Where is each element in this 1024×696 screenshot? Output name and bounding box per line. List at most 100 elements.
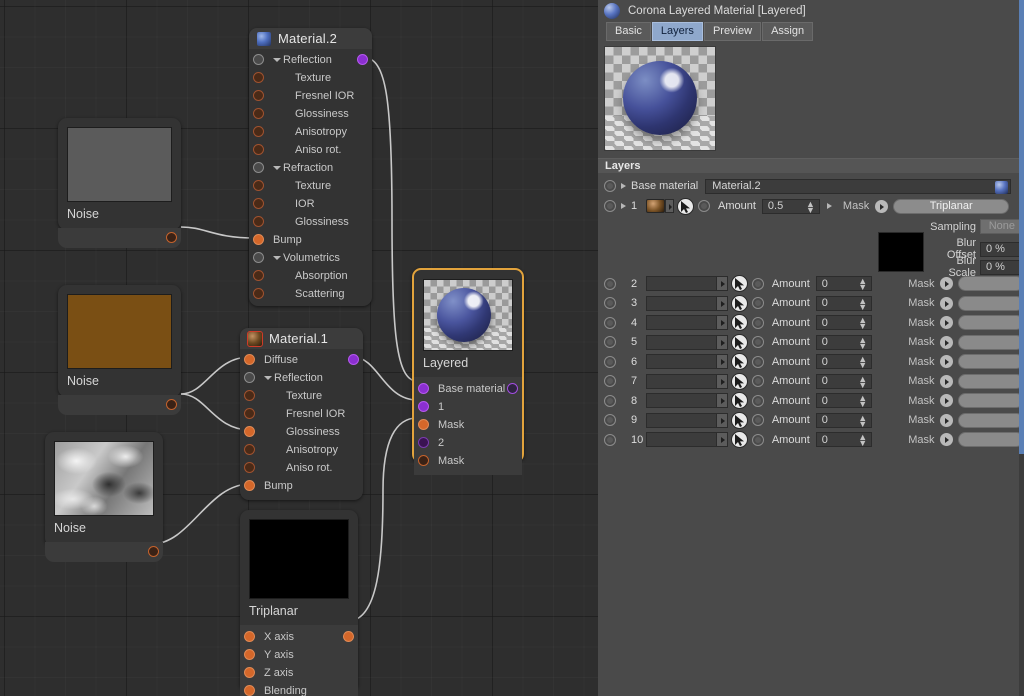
- port-socket[interactable]: [253, 180, 264, 191]
- layer-mask-menu-button[interactable]: [939, 373, 955, 389]
- layer-picker-button[interactable]: [730, 392, 748, 410]
- tab-assign[interactable]: Assign: [762, 22, 814, 41]
- port-socket[interactable]: [253, 162, 264, 173]
- expand-arrow-icon[interactable]: [621, 183, 626, 189]
- port-socket[interactable]: [418, 401, 429, 412]
- port-socket[interactable]: [253, 54, 264, 65]
- port-anisotropy[interactable]: Anisotropy: [240, 441, 363, 459]
- layer-amount-input[interactable]: 0 ▲ ▼: [815, 393, 873, 409]
- port-socket[interactable]: [244, 667, 255, 678]
- port-socket[interactable]: [253, 234, 264, 245]
- layer-material-slot[interactable]: [646, 412, 728, 428]
- port-socket[interactable]: [244, 372, 255, 383]
- layer-amount-input[interactable]: 0 ▲ ▼: [815, 354, 873, 370]
- port-z-axis[interactable]: Z axis: [240, 664, 358, 682]
- port-socket[interactable]: [244, 480, 255, 491]
- layer-picker-button[interactable]: [730, 333, 748, 351]
- layer-mask-slot[interactable]: [958, 276, 1024, 292]
- layer-mask-menu-button[interactable]: [939, 276, 955, 292]
- layer-4-row[interactable]: 4 Amount 0 ▲ ▼ Mask: [598, 313, 1024, 333]
- port-fresnel-ior[interactable]: Fresnel IOR: [240, 405, 363, 423]
- layer-1-enable-toggle[interactable]: [604, 200, 616, 212]
- layer-mode-toggle[interactable]: [751, 375, 764, 388]
- layer-picker-button[interactable]: [730, 431, 748, 449]
- port-scattering[interactable]: Scattering: [249, 285, 372, 303]
- layer-1-mask-menu-button[interactable]: [874, 198, 890, 214]
- spinner-arrows-icon[interactable]: ▲ ▼: [858, 433, 867, 448]
- panel-scrollbar[interactable]: [1019, 0, 1024, 696]
- port-socket[interactable]: [253, 198, 264, 209]
- layer-mask-menu-button[interactable]: [939, 295, 955, 311]
- layer-mode-toggle[interactable]: [751, 355, 764, 368]
- layer-1-material-dropdown-icon[interactable]: [665, 199, 674, 213]
- layer-mode-toggle[interactable]: [751, 316, 764, 329]
- spinner-arrows-icon[interactable]: ▲ ▼: [858, 355, 867, 370]
- layer-mask-menu-button[interactable]: [939, 393, 955, 409]
- layer-material-dropdown-icon[interactable]: [715, 394, 727, 408]
- layer-enable-toggle[interactable]: [604, 414, 616, 427]
- port-socket[interactable]: [253, 72, 264, 83]
- layer-enable-toggle[interactable]: [604, 394, 616, 407]
- layer-mask-slot[interactable]: [958, 315, 1024, 331]
- port-mask-2[interactable]: Mask: [414, 452, 522, 470]
- layer-mask-menu-button[interactable]: [939, 334, 955, 350]
- base-material-slot[interactable]: Material.2: [705, 178, 1012, 194]
- layer-3-row[interactable]: 3 Amount 0 ▲ ▼ Mask: [598, 294, 1024, 314]
- spinner-arrows-icon[interactable]: ▲ ▼: [858, 335, 867, 350]
- port-ior[interactable]: IOR: [249, 195, 372, 213]
- layer-1-row[interactable]: 1 Amount 0.5 ▲ ▼ Mask Triplanar: [598, 196, 1024, 216]
- layer-material-slot[interactable]: [646, 354, 728, 370]
- layer-material-slot[interactable]: [646, 276, 728, 292]
- layer-material-slot[interactable]: [646, 432, 728, 448]
- layer-material-slot[interactable]: [646, 393, 728, 409]
- layer-amount-input[interactable]: 0 ▲ ▼: [815, 432, 873, 448]
- layer-material-slot[interactable]: [646, 315, 728, 331]
- layer-8-row[interactable]: 8 Amount 0 ▲ ▼ Mask: [598, 391, 1024, 411]
- tab-layers[interactable]: Layers: [651, 22, 703, 41]
- layer-enable-toggle[interactable]: [604, 297, 616, 310]
- port-x-axis[interactable]: X axis: [240, 628, 358, 646]
- layer-amount-input[interactable]: 0 ▲ ▼: [815, 334, 873, 350]
- layer-mask-menu-button[interactable]: [939, 354, 955, 370]
- output-socket[interactable]: [507, 383, 518, 394]
- layer-material-dropdown-icon[interactable]: [715, 296, 727, 310]
- port-fresnel-ior[interactable]: Fresnel IOR: [249, 87, 372, 105]
- port-layer-2[interactable]: 2: [414, 434, 522, 452]
- layer-material-dropdown-icon[interactable]: [715, 277, 727, 291]
- layer-2-row[interactable]: 2 Amount 0 ▲ ▼ Mask: [598, 274, 1024, 294]
- layer-material-dropdown-icon[interactable]: [715, 433, 727, 447]
- port-socket[interactable]: [253, 252, 264, 263]
- port-reflection[interactable]: Reflection: [240, 369, 363, 387]
- layer-mask-menu-button[interactable]: [939, 412, 955, 428]
- port-socket[interactable]: [244, 354, 255, 365]
- spinner-arrows-icon[interactable]: ▲ ▼: [858, 374, 867, 389]
- layer-mode-toggle[interactable]: [751, 433, 764, 446]
- layer-10-row[interactable]: 10 Amount 0 ▲ ▼ Mask: [598, 430, 1024, 450]
- layer-mode-toggle[interactable]: [751, 277, 764, 290]
- layer-mode-toggle[interactable]: [751, 394, 764, 407]
- node-material-1[interactable]: Material.1 Diffuse Reflection Texture Fr…: [240, 328, 363, 500]
- layer-enable-toggle[interactable]: [604, 316, 616, 329]
- layer-mask-menu-button[interactable]: [939, 432, 955, 448]
- node-noise-grey[interactable]: Noise: [58, 118, 181, 248]
- port-socket[interactable]: [244, 685, 255, 696]
- port-aniso-rot[interactable]: Aniso rot.: [240, 459, 363, 477]
- layer-material-slot[interactable]: [646, 373, 728, 389]
- output-socket[interactable]: [166, 232, 177, 243]
- layer-mode-toggle[interactable]: [751, 297, 764, 310]
- node-noise-brown[interactable]: Noise: [58, 285, 181, 415]
- output-socket[interactable]: [357, 54, 368, 65]
- port-socket[interactable]: [244, 390, 255, 401]
- layer-enable-toggle[interactable]: [604, 277, 616, 290]
- port-reflection[interactable]: Reflection: [249, 51, 372, 69]
- port-aniso-rot[interactable]: Aniso rot.: [249, 141, 372, 159]
- mask-sampling-row[interactable]: Sampling None: [928, 219, 1020, 234]
- port-refraction-texture[interactable]: Texture: [249, 177, 372, 195]
- spinner-arrows-icon[interactable]: ▲ ▼: [858, 316, 867, 331]
- port-socket[interactable]: [244, 462, 255, 473]
- output-socket[interactable]: [343, 631, 354, 642]
- port-socket[interactable]: [253, 126, 264, 137]
- output-socket[interactable]: [166, 399, 177, 410]
- tab-basic[interactable]: Basic: [606, 22, 651, 41]
- scrollbar-thumb[interactable]: [1019, 0, 1024, 454]
